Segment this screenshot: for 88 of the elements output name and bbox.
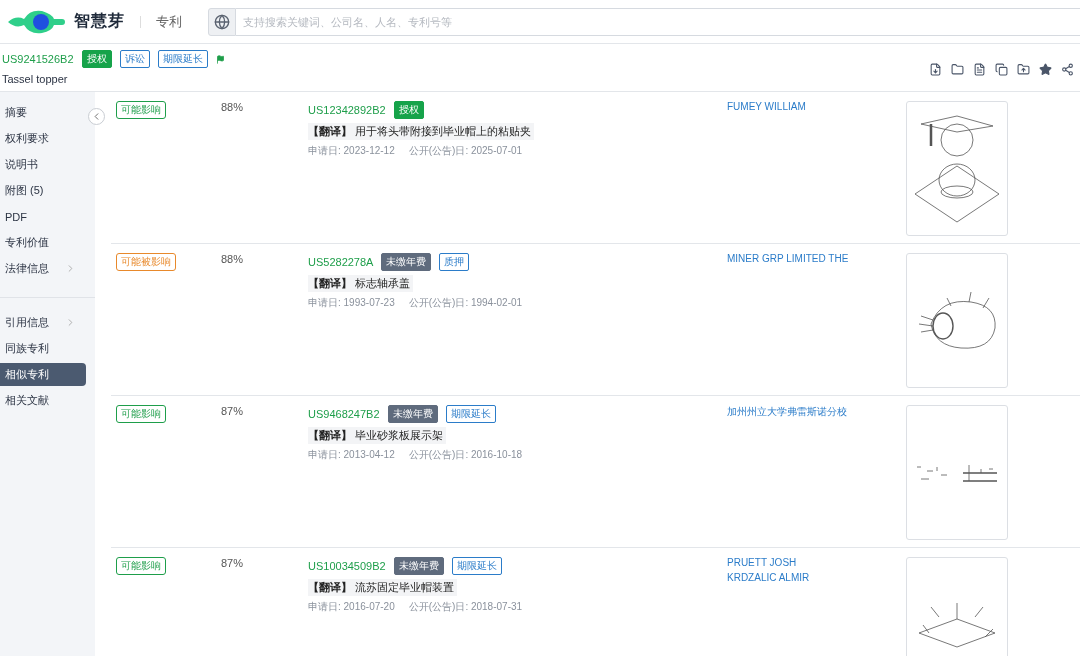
similarity-value: 87% [221,557,244,569]
impact-tag: 可能被影响 [116,253,176,271]
sidebar-item[interactable]: 权利要求 [0,127,86,150]
impact-tag: 可能影响 [116,405,166,423]
publication-date: 公开(公告)日: 2018-07-31 [408,600,523,614]
status-tag: 未缴年费 [393,557,444,575]
sidebar-item[interactable]: 相似专利 [0,363,86,386]
sidebar-item[interactable]: 摘要 [0,101,86,124]
status-tag: 授权 [393,101,424,119]
status-tag: 诉讼 [119,50,150,68]
similarity-value: 88% [221,101,244,113]
assignee-link[interactable]: MINER GRP LIMITED THE [727,253,849,264]
sidebar-item[interactable]: 专利价值 [0,231,86,254]
application-date: 申请日: 1993-07-23 [308,296,395,310]
search-field[interactable]: 支持搜索关键词、公司名、人名、专利号等 [236,7,1080,36]
sidebar-item[interactable]: 附图 (5) [0,179,86,202]
patent-number: US10034509B2 [308,560,386,572]
copy-icon [995,63,1008,76]
translated-title: 【翻译】 标志轴承盖 [308,275,414,292]
sidebar-item[interactable]: 同族专利 [0,337,86,360]
sidebar-label: 引用信息 [5,315,49,330]
sidebar-label: 相关文献 [5,393,49,408]
translated-title: 【翻译】 用于将头带附接到毕业帽上的粘贴夹 [308,123,535,140]
status-tag: 期限延长 [445,405,496,423]
assignee-link[interactable]: KRDZALIC ALMIR [727,572,810,583]
application-date: 申请日: 2013-04-12 [308,448,395,462]
sidebar-item[interactable]: PDF [0,205,86,228]
translated-title: 【翻译】 毕业砂浆板展示架 [308,427,447,444]
assignee-link[interactable]: 加州州立大学弗雷斯诺分校 [727,405,847,419]
section-label: 专利 [156,12,182,31]
file-download-button[interactable] [929,63,942,76]
star-button[interactable] [1039,63,1052,76]
sidebar-item[interactable]: 法律信息 [0,257,86,280]
publication-date: 公开(公告)日: 2016-10-18 [408,448,523,462]
folder-button[interactable] [951,63,964,76]
status-tag: 授权 [81,50,112,68]
share-icon [1061,63,1074,76]
drawing-thumbnail[interactable] [906,253,1008,388]
drawing-thumbnail[interactable] [906,557,1008,656]
status-tag: 未缴年费 [381,253,432,271]
sidebar-item[interactable]: 说明书 [0,153,86,176]
patent-number: US9241526B2 [2,53,74,65]
patent-title: Tassel topper [2,73,69,85]
sidebar-label: 专利价值 [5,235,49,250]
flag-icon [215,54,225,64]
publication-date: 公开(公告)日: 2025-07-01 [408,144,523,158]
similarity-value: 88% [221,253,244,265]
share-button[interactable] [1061,63,1074,76]
application-date: 申请日: 2023-12-12 [308,144,395,158]
impact-tag: 可能影响 [116,557,166,575]
application-date: 申请日: 2016-07-20 [308,600,395,614]
status-tag: 期限延长 [451,557,502,575]
sidebar-item[interactable]: 相关文献 [0,389,86,412]
sidebar-label: 说明书 [5,157,38,172]
logo-icon [8,8,68,35]
patent-number: US9468247B2 [308,408,380,420]
sidebar-label: 权利要求 [5,131,49,146]
star-icon [1039,63,1052,76]
translated-title: 【翻译】 流苏固定毕业帽装置 [308,579,458,596]
folder-upload-button[interactable] [1017,63,1030,76]
status-tag: 期限延长 [157,50,208,68]
copy-button[interactable] [995,63,1008,76]
sidebar-label: 摘要 [5,105,27,120]
globe-icon [214,13,230,30]
assignee-link[interactable]: FUMEY WILLIAM [727,101,806,112]
drawing-thumbnail[interactable] [906,405,1008,540]
brand-name: 智慧芽 [74,11,125,31]
status-tag: 未缴年费 [387,405,438,423]
document-icon [973,63,986,76]
file-download-icon [929,63,942,76]
drawing-thumbnail[interactable] [906,101,1008,236]
document-button[interactable] [973,63,986,76]
sidebar-label: PDF [5,210,27,223]
folder-upload-icon [1017,63,1030,76]
sidebar-label: 附图 (5) [5,183,44,198]
search-scope-button[interactable] [208,7,236,36]
sidebar-item[interactable]: 引用信息 [0,311,86,334]
similarity-value: 87% [221,405,244,417]
patent-number: US12342892B2 [308,104,386,116]
assignee-link[interactable]: PRUETT JOSH [727,557,797,568]
impact-tag: 可能影响 [116,101,166,119]
patent-number: US5282278A [308,256,374,268]
publication-date: 公开(公告)日: 1994-02-01 [408,296,523,310]
sidebar-label: 同族专利 [5,341,49,356]
status-tag: 质押 [439,253,470,271]
folder-icon [951,63,964,76]
sidebar-label: 相似专利 [5,367,49,382]
sidebar-label: 法律信息 [5,261,49,276]
